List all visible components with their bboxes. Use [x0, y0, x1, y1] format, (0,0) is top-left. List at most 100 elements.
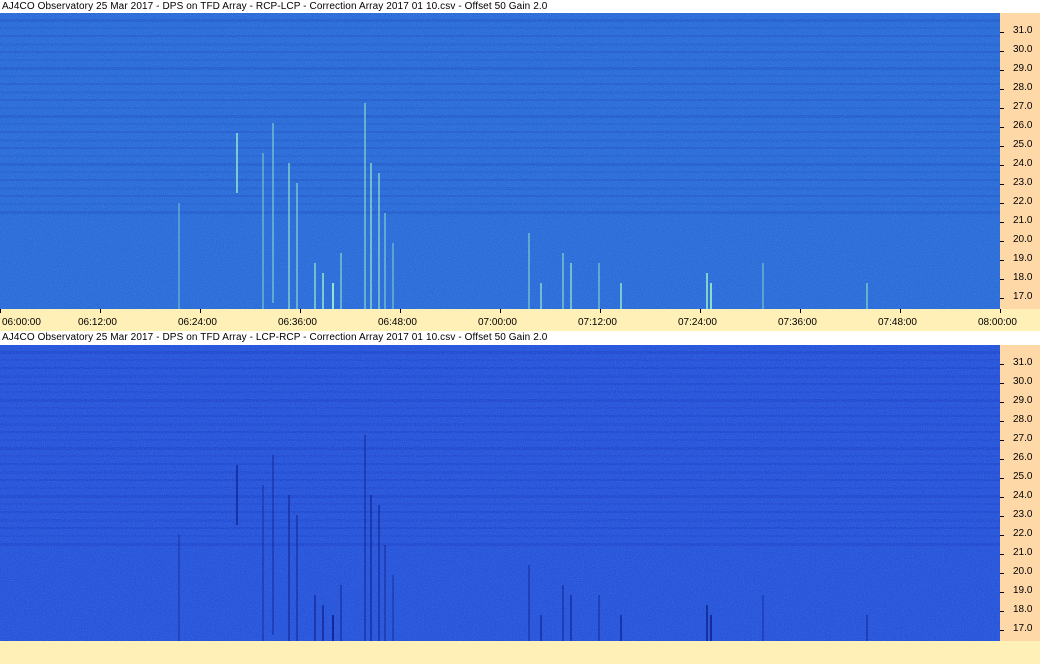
- tick-mark: [800, 309, 801, 313]
- tick-mark: [1000, 478, 1004, 479]
- burst-streak: [370, 495, 372, 641]
- time-tick-label: 07:00:00: [478, 317, 517, 328]
- tick-mark: [1000, 51, 1004, 52]
- burst-streak: [370, 163, 372, 309]
- tick-mark: [1000, 383, 1004, 384]
- tick-mark: [1000, 298, 1004, 299]
- burst-streak: [332, 283, 334, 309]
- tick-mark: [300, 309, 301, 313]
- burst-streak: [288, 495, 290, 641]
- tick-mark: [1000, 127, 1004, 128]
- burst-streak: [706, 273, 708, 309]
- freq-tick-label: 21.0: [1013, 547, 1033, 558]
- time-tick-label: 06:00:00: [2, 317, 41, 328]
- time-tick-label: 06:36:00: [278, 317, 317, 328]
- burst-streak: [288, 163, 290, 309]
- freq-tick-label: 24.0: [1013, 158, 1033, 169]
- tick-mark: [1000, 554, 1004, 555]
- burst-streak: [528, 233, 530, 309]
- freq-tick-label: 30.0: [1013, 376, 1033, 387]
- top-frequency-axis: 31.0 30.0 29.0 28.0 27.0 26.0 25.0 24.0 23.0 22.0…: [1000, 13, 1040, 309]
- burst-streak: [598, 263, 600, 309]
- burst-streak: [528, 565, 530, 641]
- burst-streak: [562, 253, 564, 309]
- freq-tick-label: 29.0: [1013, 63, 1033, 74]
- top-panel-title: AJ4CO Observatory 25 Mar 2017 - DPS on T…: [2, 1, 548, 12]
- tick-mark: [1000, 32, 1004, 33]
- bottom-panel-title: AJ4CO Observatory 25 Mar 2017 - DPS on T…: [2, 332, 548, 343]
- tick-mark: [1000, 611, 1004, 612]
- time-tick-label: 07:48:00: [878, 317, 917, 328]
- time-tick-label: 06:24:00: [178, 317, 217, 328]
- tick-mark: [1000, 146, 1004, 147]
- burst-streak: [236, 133, 238, 193]
- freq-tick-label: 26.0: [1013, 120, 1033, 131]
- burst-streak: [178, 203, 180, 309]
- bottom-spectrogram: [0, 345, 1000, 641]
- tick-mark: [1000, 516, 1004, 517]
- burst-streak: [322, 273, 324, 309]
- tick-mark: [1000, 165, 1004, 166]
- burst-streak: [710, 615, 712, 641]
- burst-streak: [866, 283, 868, 309]
- freq-tick-label: 30.0: [1013, 44, 1033, 55]
- time-tick-label: 07:24:00: [678, 317, 717, 328]
- top-spectrogram: [0, 13, 1000, 309]
- tick-mark: [400, 309, 401, 313]
- tick-mark: [700, 309, 701, 313]
- freq-tick-label: 27.0: [1013, 101, 1033, 112]
- spectrogram-window: AJ4CO Observatory 25 Mar 2017 - DPS on T…: [0, 0, 1040, 664]
- tick-mark: [1000, 497, 1004, 498]
- burst-streak: [540, 283, 542, 309]
- burst-streak: [562, 585, 564, 641]
- tick-mark: [100, 309, 101, 313]
- freq-tick-label: 19.0: [1013, 253, 1033, 264]
- burst-streak: [378, 505, 380, 641]
- burst-streak: [236, 465, 238, 525]
- burst-streak: [296, 515, 298, 641]
- burst-streak: [364, 103, 366, 309]
- burst-streak: [762, 263, 764, 309]
- freq-tick-label: 23.0: [1013, 177, 1033, 188]
- tick-mark: [1000, 184, 1004, 185]
- burst-streak: [272, 123, 274, 303]
- freq-tick-label: 31.0: [1013, 25, 1033, 36]
- burst-streak: [364, 435, 366, 641]
- burst-streak: [314, 263, 316, 309]
- tick-mark: [1000, 402, 1004, 403]
- freq-tick-label: 28.0: [1013, 82, 1033, 93]
- freq-tick-label: 22.0: [1013, 528, 1033, 539]
- tick-mark: [1000, 241, 1004, 242]
- burst-streak: [598, 595, 600, 641]
- tick-mark: [1000, 535, 1004, 536]
- tick-mark: [1000, 89, 1004, 90]
- tick-mark: [1000, 630, 1004, 631]
- bottom-frequency-axis: 31.0 30.0 29.0 28.0 27.0 26.0 25.0 24.0 23.0 22.0…: [1000, 345, 1040, 641]
- burst-streak: [570, 595, 572, 641]
- freq-tick-label: 26.0: [1013, 452, 1033, 463]
- time-tick-label: 08:00:00: [978, 317, 1017, 328]
- tick-mark: [1000, 364, 1004, 365]
- freq-tick-label: 21.0: [1013, 215, 1033, 226]
- burst-streak: [620, 615, 622, 641]
- time-tick-label: 06:48:00: [378, 317, 417, 328]
- tick-mark: [1000, 279, 1004, 280]
- burst-streak: [340, 585, 342, 641]
- freq-tick-label: 20.0: [1013, 566, 1033, 577]
- burst-streak: [322, 605, 324, 641]
- burst-streak: [392, 575, 394, 641]
- burst-streak: [262, 153, 264, 309]
- burst-streak: [392, 243, 394, 309]
- freq-tick-label: 28.0: [1013, 414, 1033, 425]
- tick-mark: [600, 309, 601, 313]
- freq-tick-label: 22.0: [1013, 196, 1033, 207]
- freq-tick-label: 20.0: [1013, 234, 1033, 245]
- time-tick-label: 06:12:00: [78, 317, 117, 328]
- burst-streak: [540, 615, 542, 641]
- bottom-time-strip: [0, 641, 1040, 664]
- freq-tick-label: 27.0: [1013, 433, 1033, 444]
- tick-mark: [1000, 421, 1004, 422]
- burst-streak: [384, 213, 386, 309]
- freq-tick-label: 18.0: [1013, 604, 1033, 615]
- time-axis: 06:00:00 06:12:00 06:24:00 06:36:00 06:48:00…: [0, 309, 1040, 331]
